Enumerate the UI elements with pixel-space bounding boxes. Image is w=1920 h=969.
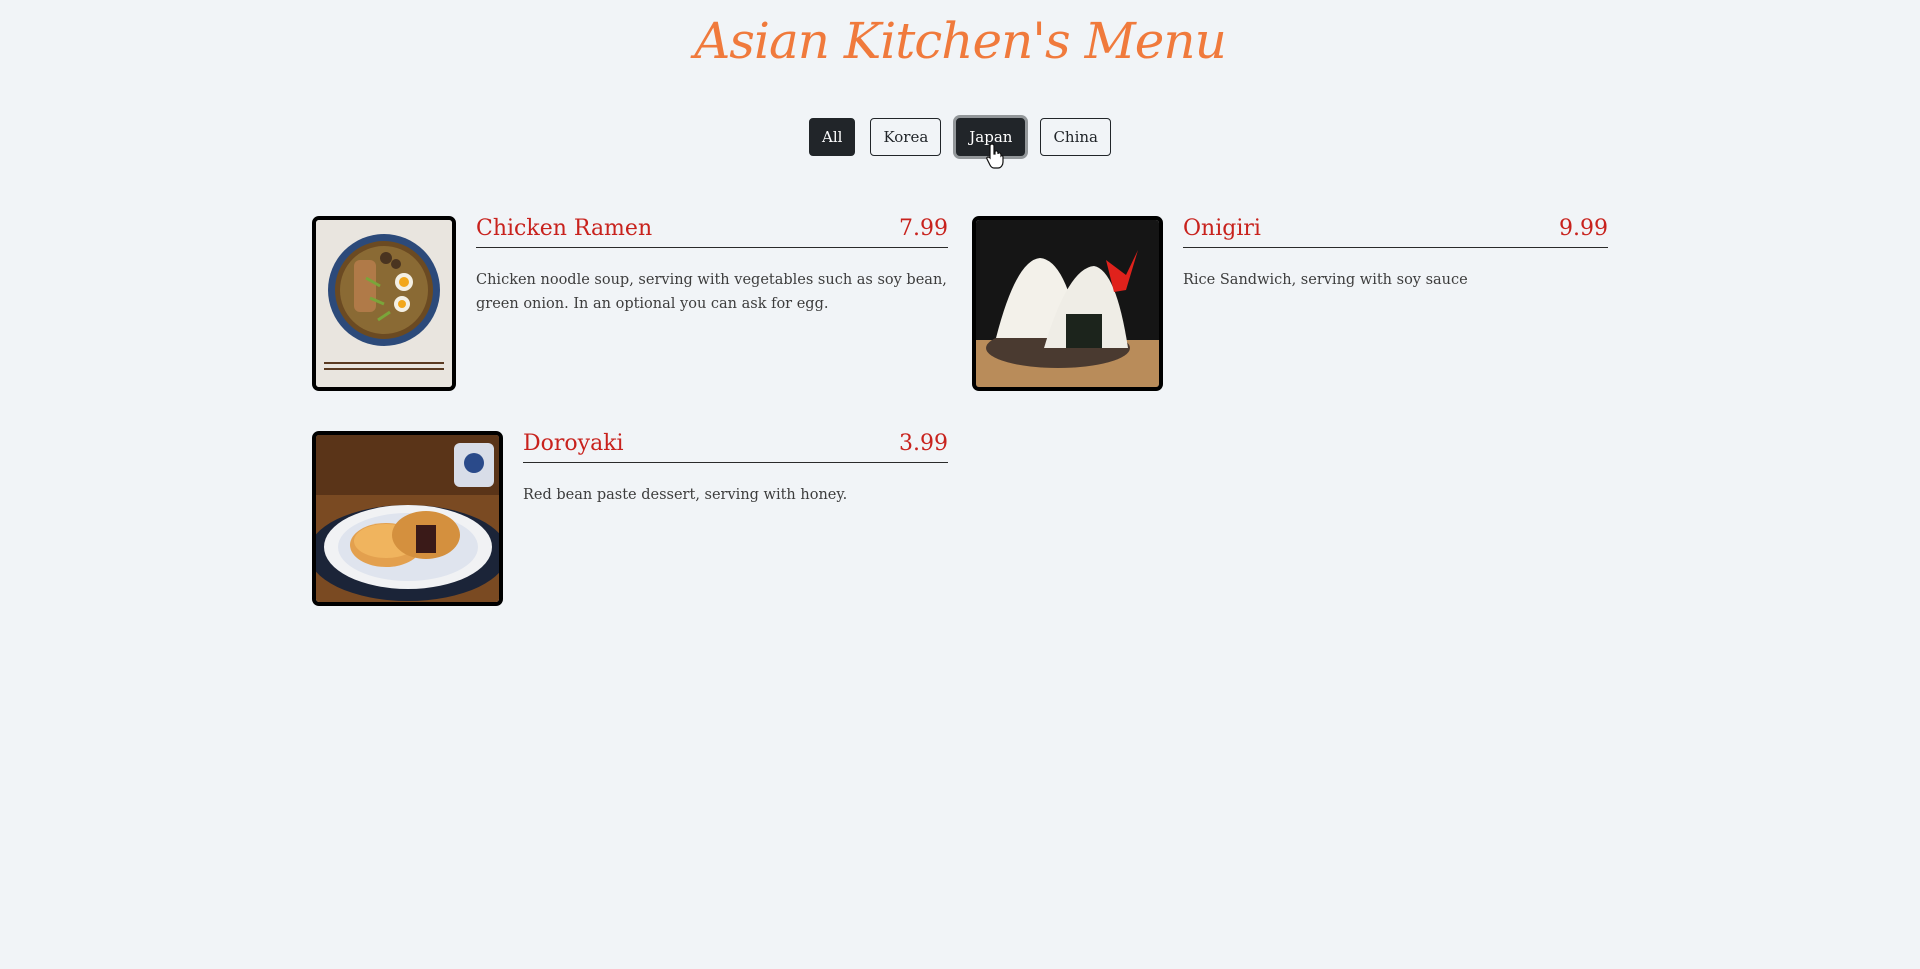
onigiri-image bbox=[972, 216, 1163, 391]
item-info: Doroyaki 3.99 Red bean paste dessert, se… bbox=[523, 431, 948, 507]
item-description: Rice Sandwich, serving with soy sauce bbox=[1183, 272, 1468, 288]
item-info: Chicken Ramen 7.99 Chicken noodle soup, … bbox=[476, 216, 948, 316]
page-title: Asian Kitchen's Menu bbox=[694, 12, 1227, 70]
hand-cursor-icon bbox=[986, 143, 1004, 169]
item-header: Chicken Ramen 7.99 bbox=[476, 216, 948, 248]
menu-item-chicken-ramen: Chicken Ramen 7.99 Chicken noodle soup, … bbox=[312, 216, 948, 391]
filter-all-button[interactable]: All bbox=[809, 118, 856, 156]
item-name: Doroyaki bbox=[523, 431, 624, 456]
item-price: 9.99 bbox=[1559, 216, 1608, 241]
chicken-ramen-image bbox=[312, 216, 456, 391]
category-filters: All Korea Japan China bbox=[0, 118, 1920, 156]
item-price: 3.99 bbox=[899, 431, 948, 456]
item-description: Chicken noodle soup, serving with vegeta… bbox=[476, 272, 947, 312]
item-name: Chicken Ramen bbox=[476, 216, 653, 241]
menu-item-onigiri: Onigiri 9.99 Rice Sandwich, serving with… bbox=[972, 216, 1608, 391]
item-header: Onigiri 9.99 bbox=[1183, 216, 1608, 248]
item-description: Red bean paste dessert, serving with hon… bbox=[523, 487, 848, 503]
item-header: Doroyaki 3.99 bbox=[523, 431, 948, 463]
filter-china-button[interactable]: China bbox=[1040, 118, 1111, 156]
doroyaki-image bbox=[312, 431, 503, 606]
item-name: Onigiri bbox=[1183, 216, 1261, 241]
filter-korea-button[interactable]: Korea bbox=[870, 118, 942, 156]
item-price: 7.99 bbox=[899, 216, 948, 241]
menu-item-doroyaki: Doroyaki 3.99 Red bean paste dessert, se… bbox=[312, 431, 948, 606]
item-info: Onigiri 9.99 Rice Sandwich, serving with… bbox=[1183, 216, 1608, 292]
